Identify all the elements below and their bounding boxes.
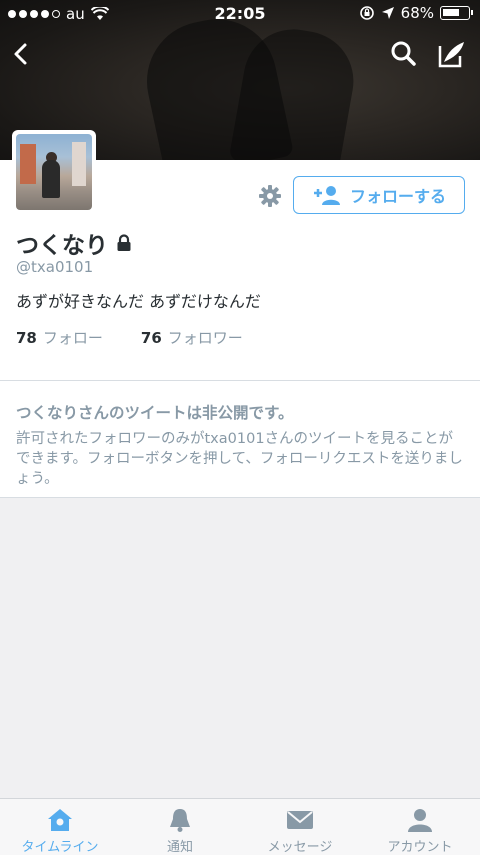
bell-icon	[170, 809, 190, 832]
tab-timeline[interactable]: タイムライン	[0, 799, 120, 855]
notice-title: つくなりさんのツイートは非公開です。	[16, 404, 294, 422]
tab-account[interactable]: アカウント	[360, 799, 480, 855]
envelope-icon	[287, 811, 313, 829]
following-number: 78	[16, 329, 37, 347]
add-user-icon	[313, 186, 340, 205]
search-icon	[391, 41, 416, 66]
tab-timeline-label: タイムライン	[21, 840, 99, 855]
battery-icon	[440, 6, 473, 20]
back-button[interactable]	[6, 38, 42, 70]
profile-bio: あずが好きなんだ あずだけなんだ	[16, 292, 261, 311]
home-icon	[48, 809, 72, 831]
chevron-left-icon	[14, 43, 27, 65]
followers-number: 76	[140, 329, 162, 347]
display-name: つくなり	[16, 233, 108, 259]
person-icon	[408, 809, 432, 832]
rotation-lock-icon	[359, 6, 374, 20]
protected-tweets-notice: つくなりさんのツイートは非公開です。 許可されたフォロワーのみがtxa0101さ…	[0, 380, 480, 498]
compose-quill-icon	[438, 42, 464, 68]
following-label: フォロー	[42, 329, 103, 347]
tab-messages-label: メッセージ	[267, 840, 333, 855]
location-arrow-icon	[381, 7, 394, 19]
follow-button[interactable]: フォローする	[293, 176, 465, 214]
tab-notifications-label: 通知	[166, 840, 193, 855]
status-bar: au 22:05 68%	[0, 0, 480, 28]
tab-messages[interactable]: メッセージ	[240, 799, 360, 855]
profile-screen: au 22:05 68% フォローする つくなり @txa0101 あずが好きな…	[0, 0, 480, 855]
avatar-photo	[16, 134, 92, 210]
settings-button[interactable]	[256, 182, 284, 210]
followers-label: フォロワー	[167, 329, 243, 347]
notice-body: 許可されたフォロワーのみがtxa0101さんのツイートを見ることができます。フォ…	[16, 431, 463, 487]
tab-notifications[interactable]: 通知	[120, 799, 240, 855]
followers-count[interactable]: 76 フォロワー	[141, 327, 243, 348]
bottom-tab-bar: タイムライン 通知 メッセージ アカウント	[0, 798, 480, 855]
search-button[interactable]	[386, 38, 422, 70]
profile-avatar[interactable]	[12, 130, 96, 214]
profile-stats: 78 フォロー 76 フォロワー	[16, 327, 243, 348]
battery-percent: 68%	[400, 4, 434, 22]
tab-account-label: アカウント	[387, 840, 453, 855]
follow-button-label: フォローする	[349, 187, 446, 206]
following-count[interactable]: 78 フォロー	[16, 327, 103, 348]
compose-tweet-button[interactable]	[434, 38, 470, 70]
user-handle: @txa0101	[16, 258, 94, 276]
gear-icon	[259, 185, 281, 207]
lock-icon	[117, 234, 131, 251]
